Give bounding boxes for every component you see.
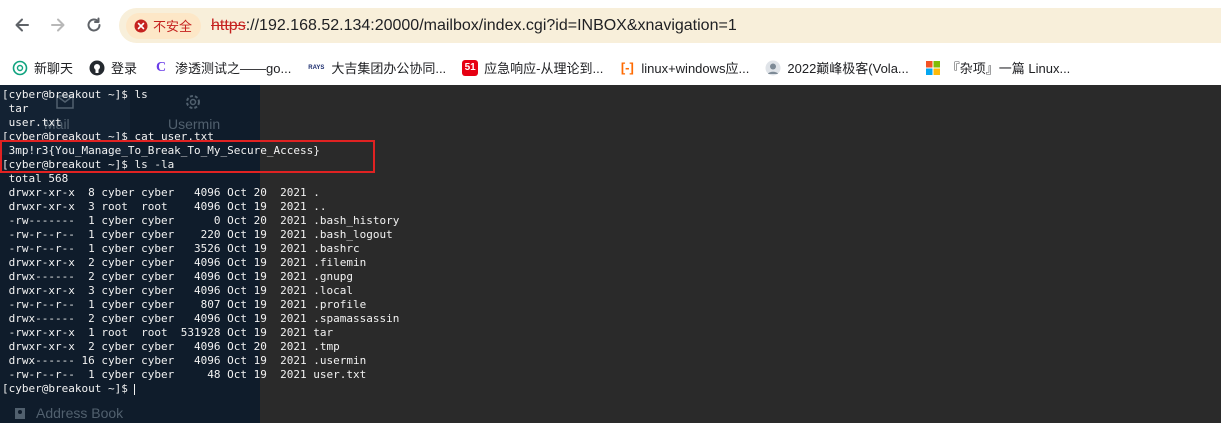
- security-indicator[interactable]: 不安全: [126, 12, 202, 39]
- url-text[interactable]: https://192.168.52.134:20000/mailbox/ind…: [211, 17, 737, 35]
- bookmark-item[interactable]: 新聊天: [12, 58, 73, 77]
- windows-logo-icon: [925, 60, 941, 76]
- terminal-line: -rw-r--r-- 1 cyber cyber 3526 Oct 19 202…: [2, 242, 360, 255]
- terminal-line: drwxr-xr-x 8 cyber cyber 4096 Oct 20 202…: [2, 186, 320, 199]
- rays-logo-icon: RAYS: [307, 59, 326, 76]
- chatgpt-icon: [12, 60, 28, 76]
- bookmark-label: linux+windows应...: [641, 61, 750, 76]
- bookmark-item[interactable]: 51 应急响应-从理论到...: [462, 58, 603, 77]
- page-content: Mail Usermin Address Book [cyber@breakou…: [0, 85, 1221, 423]
- bookmark-item[interactable]: 登录: [89, 58, 137, 77]
- terminal-line: drwx------ 16 cyber cyber 4096 Oct 19 20…: [2, 354, 367, 367]
- text-cursor: [134, 383, 136, 395]
- bookmark-label: 2022巅峰极客(Vola...: [787, 61, 909, 76]
- reload-button[interactable]: [81, 12, 107, 38]
- bracket-logo-icon: [-]: [620, 60, 634, 75]
- terminal-line: [cyber@breakout ~]$ ls: [2, 88, 148, 101]
- bookmark-item[interactable]: [-] linux+windows应...: [619, 58, 750, 77]
- bookmark-label: 新聊天: [34, 61, 74, 76]
- github-icon: [89, 60, 105, 76]
- warning-icon: [134, 19, 148, 32]
- terminal-line: total 568: [2, 172, 69, 185]
- terminal-line: drwxr-xr-x 3 cyber cyber 4096 Oct 19 202…: [2, 284, 353, 297]
- browser-toolbar: 不安全 https://192.168.52.134:20000/mailbox…: [0, 0, 1221, 50]
- terminal-line: -rw-r--r-- 1 cyber cyber 220 Oct 19 2021…: [2, 228, 393, 241]
- terminal-line: -rw-r--r-- 1 cyber cyber 48 Oct 19 2021 …: [2, 368, 367, 381]
- flag-highlight-box: [0, 140, 375, 173]
- arrow-left-icon: [15, 18, 29, 32]
- terminal-line: drwxr-xr-x 2 cyber cyber 4096 Oct 20 202…: [2, 340, 340, 353]
- 51-logo-icon: 51: [462, 59, 479, 76]
- terminal-line: drwx------ 2 cyber cyber 4096 Oct 19 202…: [2, 270, 353, 283]
- bookmark-item[interactable]: 『杂项』一篇 Linux...: [925, 58, 1071, 77]
- terminal-line: user.txt: [2, 116, 62, 129]
- bookmarks-bar: 新聊天 登录 C 渗透测试之——go... RAYS 大吉集团办公协同... 5…: [0, 50, 1221, 85]
- terminal-prompt-line[interactable]: [cyber@breakout ~]$: [0, 382, 1221, 396]
- terminal-prompt: [cyber@breakout ~]$: [2, 382, 135, 395]
- back-button[interactable]: [9, 12, 35, 38]
- bookmark-item[interactable]: 2022巅峰极客(Vola...: [765, 58, 909, 77]
- bookmark-label: 应急响应-从理论到...: [484, 61, 604, 76]
- bookmark-label: 大吉集团办公协同...: [331, 61, 447, 76]
- terminal-line: drwxr-xr-x 3 root root 4096 Oct 19 2021 …: [2, 200, 327, 213]
- url-scheme: https: [211, 16, 246, 34]
- terminal-line: drwx------ 2 cyber cyber 4096 Oct 19 202…: [2, 312, 400, 325]
- terminal-line: -rw------- 1 cyber cyber 0 Oct 20 2021 .…: [2, 214, 400, 227]
- url-rest: ://192.168.52.134:20000/mailbox/index.cg…: [245, 16, 737, 34]
- terminal-line: -rwxr-xr-x 1 root root 531928 Oct 19 202…: [2, 326, 334, 339]
- bookmark-item[interactable]: C 渗透测试之——go...: [153, 58, 291, 77]
- bookmark-label: 『杂项』一篇 Linux...: [946, 61, 1071, 76]
- terminal-line: tar: [2, 102, 29, 115]
- bookmark-label: 渗透测试之——go...: [175, 61, 292, 76]
- reload-icon: [87, 17, 101, 32]
- arrow-right-icon: [51, 18, 65, 32]
- forward-button[interactable]: [45, 12, 71, 38]
- bookmark-item[interactable]: RAYS 大吉集团办公协同...: [307, 58, 446, 77]
- address-bar[interactable]: 不安全 https://192.168.52.134:20000/mailbox…: [119, 8, 1221, 43]
- security-label: 不安全: [153, 19, 193, 34]
- avatar-icon: [765, 60, 781, 76]
- terminal-line: drwxr-xr-x 2 cyber cyber 4096 Oct 19 202…: [2, 256, 367, 269]
- terminal-output[interactable]: [cyber@breakout ~]$ ls tar user.txt [cyb…: [0, 85, 1221, 423]
- bookmark-label: 登录: [111, 61, 138, 76]
- c-logo-icon: C: [153, 59, 170, 76]
- terminal-line: -rw-r--r-- 1 cyber cyber 807 Oct 19 2021…: [2, 298, 367, 311]
